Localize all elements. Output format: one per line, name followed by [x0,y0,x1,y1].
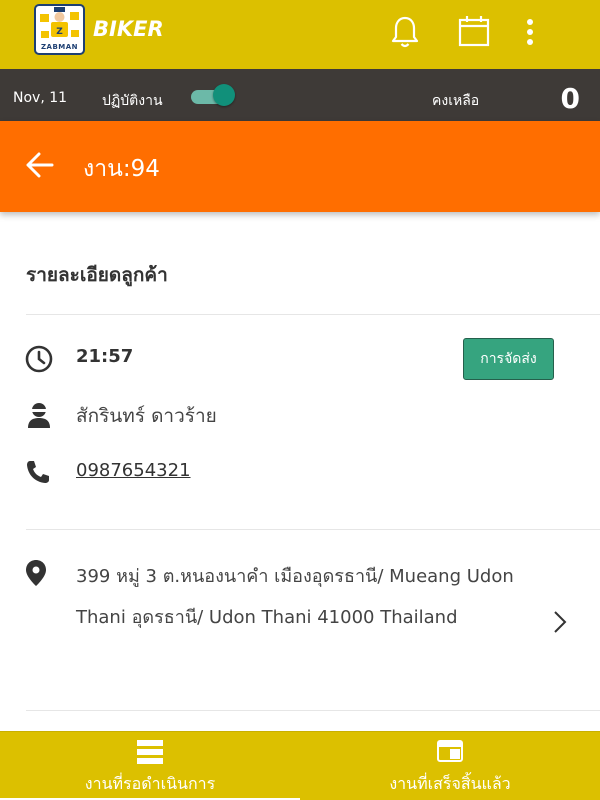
remaining-label: คงเหลือ [432,93,480,109]
section-title: รายละเอียดลูกค้า [26,264,168,286]
duty-toggle[interactable] [191,84,235,106]
delivery-time: 21:57 [76,346,134,367]
divider [26,710,600,711]
location-pin-icon [26,560,46,586]
tab-label: งานที่รอดำเนินการ [84,774,216,793]
customer-address: 399 หมู่ 3 ต.หนองนาคำ เมืองอุดรธานี/ Mue… [76,566,514,628]
completed-icon [437,740,463,762]
back-arrow-icon[interactable] [26,151,54,179]
list-icon [137,740,163,764]
customer-name: สักรินทร์ ดาวร้าย [76,405,217,427]
svg-text:Z: Z [56,27,63,37]
courier-mascot-icon: Z [40,7,79,38]
job-title: งาน:94 [83,156,160,182]
divider [26,314,600,315]
customer-avatar-icon [28,403,50,428]
job-header: งาน:94 [0,121,600,212]
chevron-right-icon[interactable] [551,609,569,635]
toggle-knob [213,84,235,106]
app-logo: Z ZABMAN [34,4,85,55]
tab-pending-jobs[interactable]: งานที่รอดำเนินการ [0,732,300,800]
calendar-icon[interactable] [458,15,490,47]
clock-icon [25,345,53,373]
customer-phone-link[interactable]: 0987654321 [76,460,191,481]
tab-label: งานที่เสร็จสิ้นแล้ว [389,774,511,793]
bottom-tab-bar: งานที่รอดำเนินการ งานที่เสร็จสิ้นแล้ว [0,731,600,800]
bell-icon[interactable] [390,15,420,49]
phone-icon [27,461,49,483]
duty-label: ปฏิบัติงาน [102,93,163,109]
tab-completed-jobs[interactable]: งานที่เสร็จสิ้นแล้ว [300,732,600,800]
divider [26,529,600,530]
status-bar: Nov, 11 ปฏิบัติงาน คงเหลือ 0 [0,69,600,121]
current-date: Nov, 11 [13,90,68,106]
delivery-button[interactable]: การจัดส่ง [463,338,554,380]
logo-wordmark: ZABMAN [40,43,79,51]
brand-title: BIKER [93,17,164,41]
more-vertical-icon[interactable] [524,18,536,46]
remaining-count: 0 [560,82,580,115]
app-bar: Z ZABMAN BIKER [0,0,600,69]
